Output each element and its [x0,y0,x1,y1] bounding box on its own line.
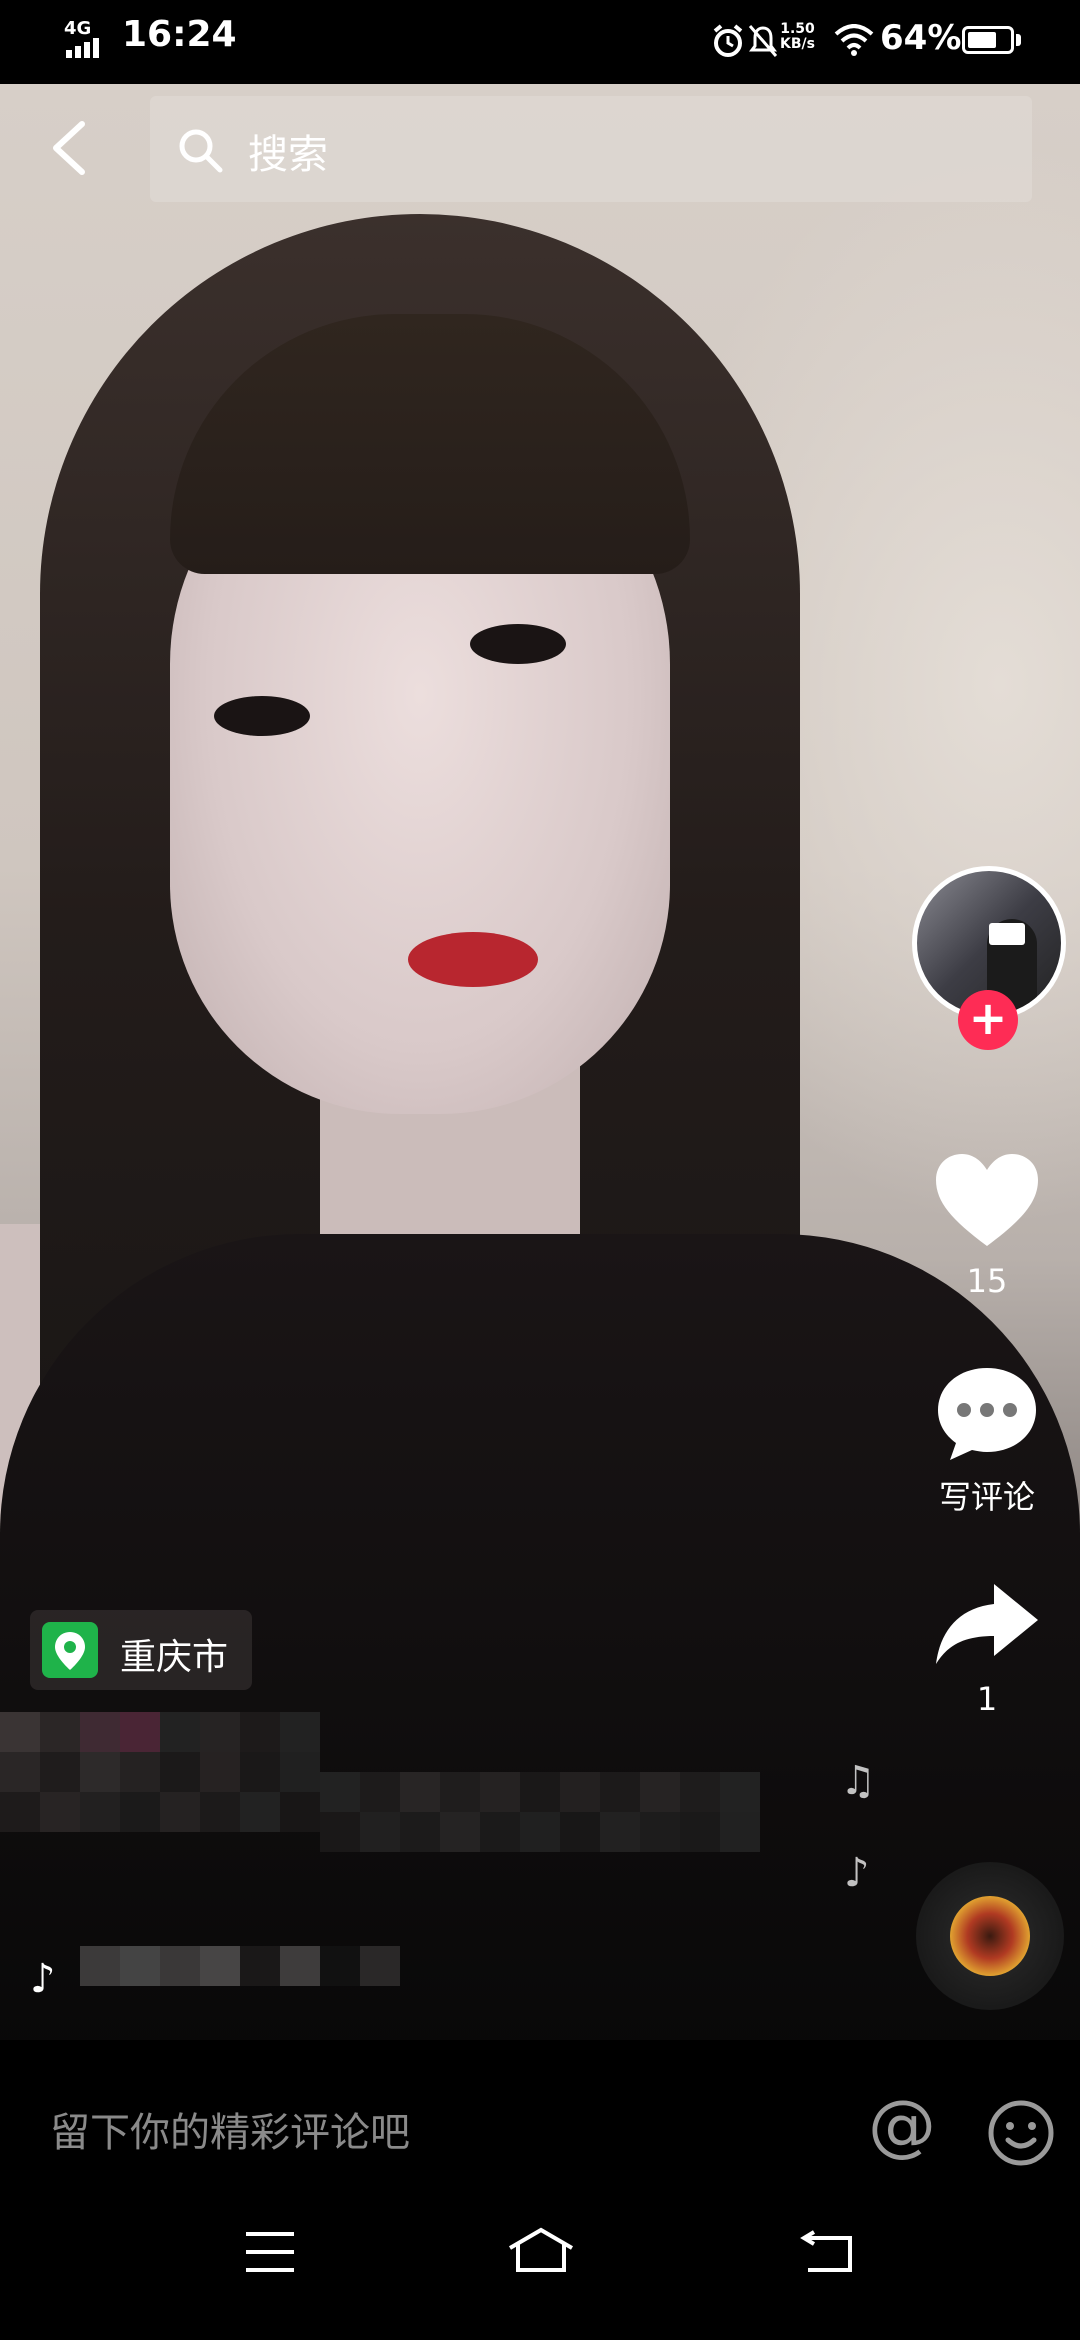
caption-mosaic [320,1772,760,1852]
share-icon [936,1584,1038,1664]
battery-icon [962,26,1014,54]
location-pin-icon [42,1622,98,1678]
share-button[interactable] [932,1580,1042,1670]
emoji-icon[interactable] [986,2098,1056,2168]
comment-label: 写评论 [938,1478,1035,1516]
mute-icon [748,25,778,57]
wifi-icon [834,24,874,56]
network-speed: 1.50 KB/s [780,21,815,52]
caption-mosaic [0,1712,320,1832]
music-note-icon: ♪ [844,1850,870,1896]
share-count: 1 [976,1680,998,1718]
like-button[interactable] [932,1150,1042,1250]
clock: 16:24 [122,14,237,55]
alarm-icon [713,24,743,57]
like-count: 15 [966,1262,1008,1300]
music-cover-icon [950,1896,1030,1976]
system-nav-bar [0,2180,1080,2340]
comment-input-bar[interactable]: 留下你的精彩评论吧 @ [0,2040,1080,2180]
battery-percentage: 64% [880,18,962,58]
search-placeholder: 搜索 [248,132,328,178]
home-icon[interactable] [506,2226,576,2274]
heart-icon [936,1154,1038,1246]
signal-icon [66,38,102,58]
plus-icon: + [968,991,1008,1045]
search-icon [179,129,223,173]
mention-icon[interactable]: @ [868,2086,936,2165]
back-button[interactable] [46,118,96,178]
tiktok-icon: ♪ [30,1956,56,2002]
location-label: 重庆市 [120,1637,229,1678]
music-disc[interactable] [916,1862,1064,2010]
status-bar: 4G 16:24 1.50 KB/s 64% [0,0,1080,84]
location-tag[interactable]: 重庆市 [30,1610,252,1690]
caption-mosaic [80,1946,400,1986]
comment-input[interactable]: 留下你的精彩评论吧 [50,2100,410,2158]
comment-button[interactable] [934,1364,1040,1464]
search-bar[interactable]: 搜索 [150,96,1032,202]
music-note-icon: ♫ [840,1758,876,1804]
back-nav-icon[interactable] [796,2230,854,2274]
network-type: 4G [64,18,92,39]
menu-icon[interactable] [244,2230,296,2274]
follow-button[interactable]: + [958,990,1018,1050]
